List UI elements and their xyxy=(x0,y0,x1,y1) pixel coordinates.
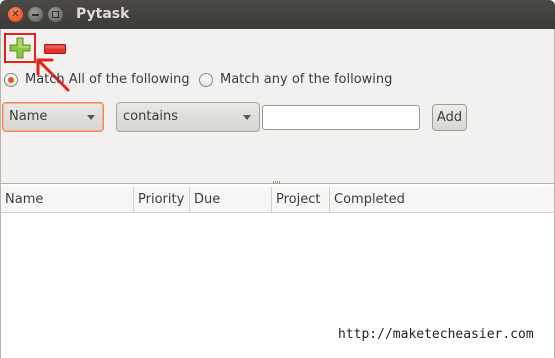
field-select[interactable]: Name xyxy=(2,102,104,132)
column-header-completed[interactable]: Completed xyxy=(330,187,554,213)
field-select-value: Name xyxy=(9,109,48,124)
add-task-button[interactable] xyxy=(4,33,36,63)
column-header-name[interactable]: Name xyxy=(1,187,134,213)
chevron-down-icon xyxy=(243,115,251,120)
match-all-radio[interactable] xyxy=(4,73,18,87)
operator-select-value: contains xyxy=(123,109,179,124)
maximize-icon[interactable] xyxy=(48,7,63,22)
add-rule-button[interactable]: Add xyxy=(432,104,467,131)
match-all-label[interactable]: Match All of the following xyxy=(25,72,190,87)
minus-icon xyxy=(44,44,66,54)
chevron-down-icon xyxy=(87,115,95,120)
column-header-priority[interactable]: Priority xyxy=(134,187,190,213)
title-bar: ✕ Pytask xyxy=(0,0,555,29)
match-any-label[interactable]: Match any of the following xyxy=(220,72,392,87)
minimize-icon[interactable] xyxy=(28,7,43,22)
match-any-radio[interactable] xyxy=(199,73,213,87)
watermark: http://maketecheasier.com xyxy=(338,327,534,342)
pane-resize-handle[interactable] xyxy=(273,181,281,184)
filter-text-input[interactable] xyxy=(262,105,420,130)
plus-icon xyxy=(9,37,31,59)
close-icon[interactable]: ✕ xyxy=(8,7,23,22)
operator-select[interactable]: contains xyxy=(116,102,260,132)
column-header-due[interactable]: Due xyxy=(190,187,272,213)
column-header-project[interactable]: Project xyxy=(272,187,330,213)
window-title: Pytask xyxy=(76,6,130,22)
